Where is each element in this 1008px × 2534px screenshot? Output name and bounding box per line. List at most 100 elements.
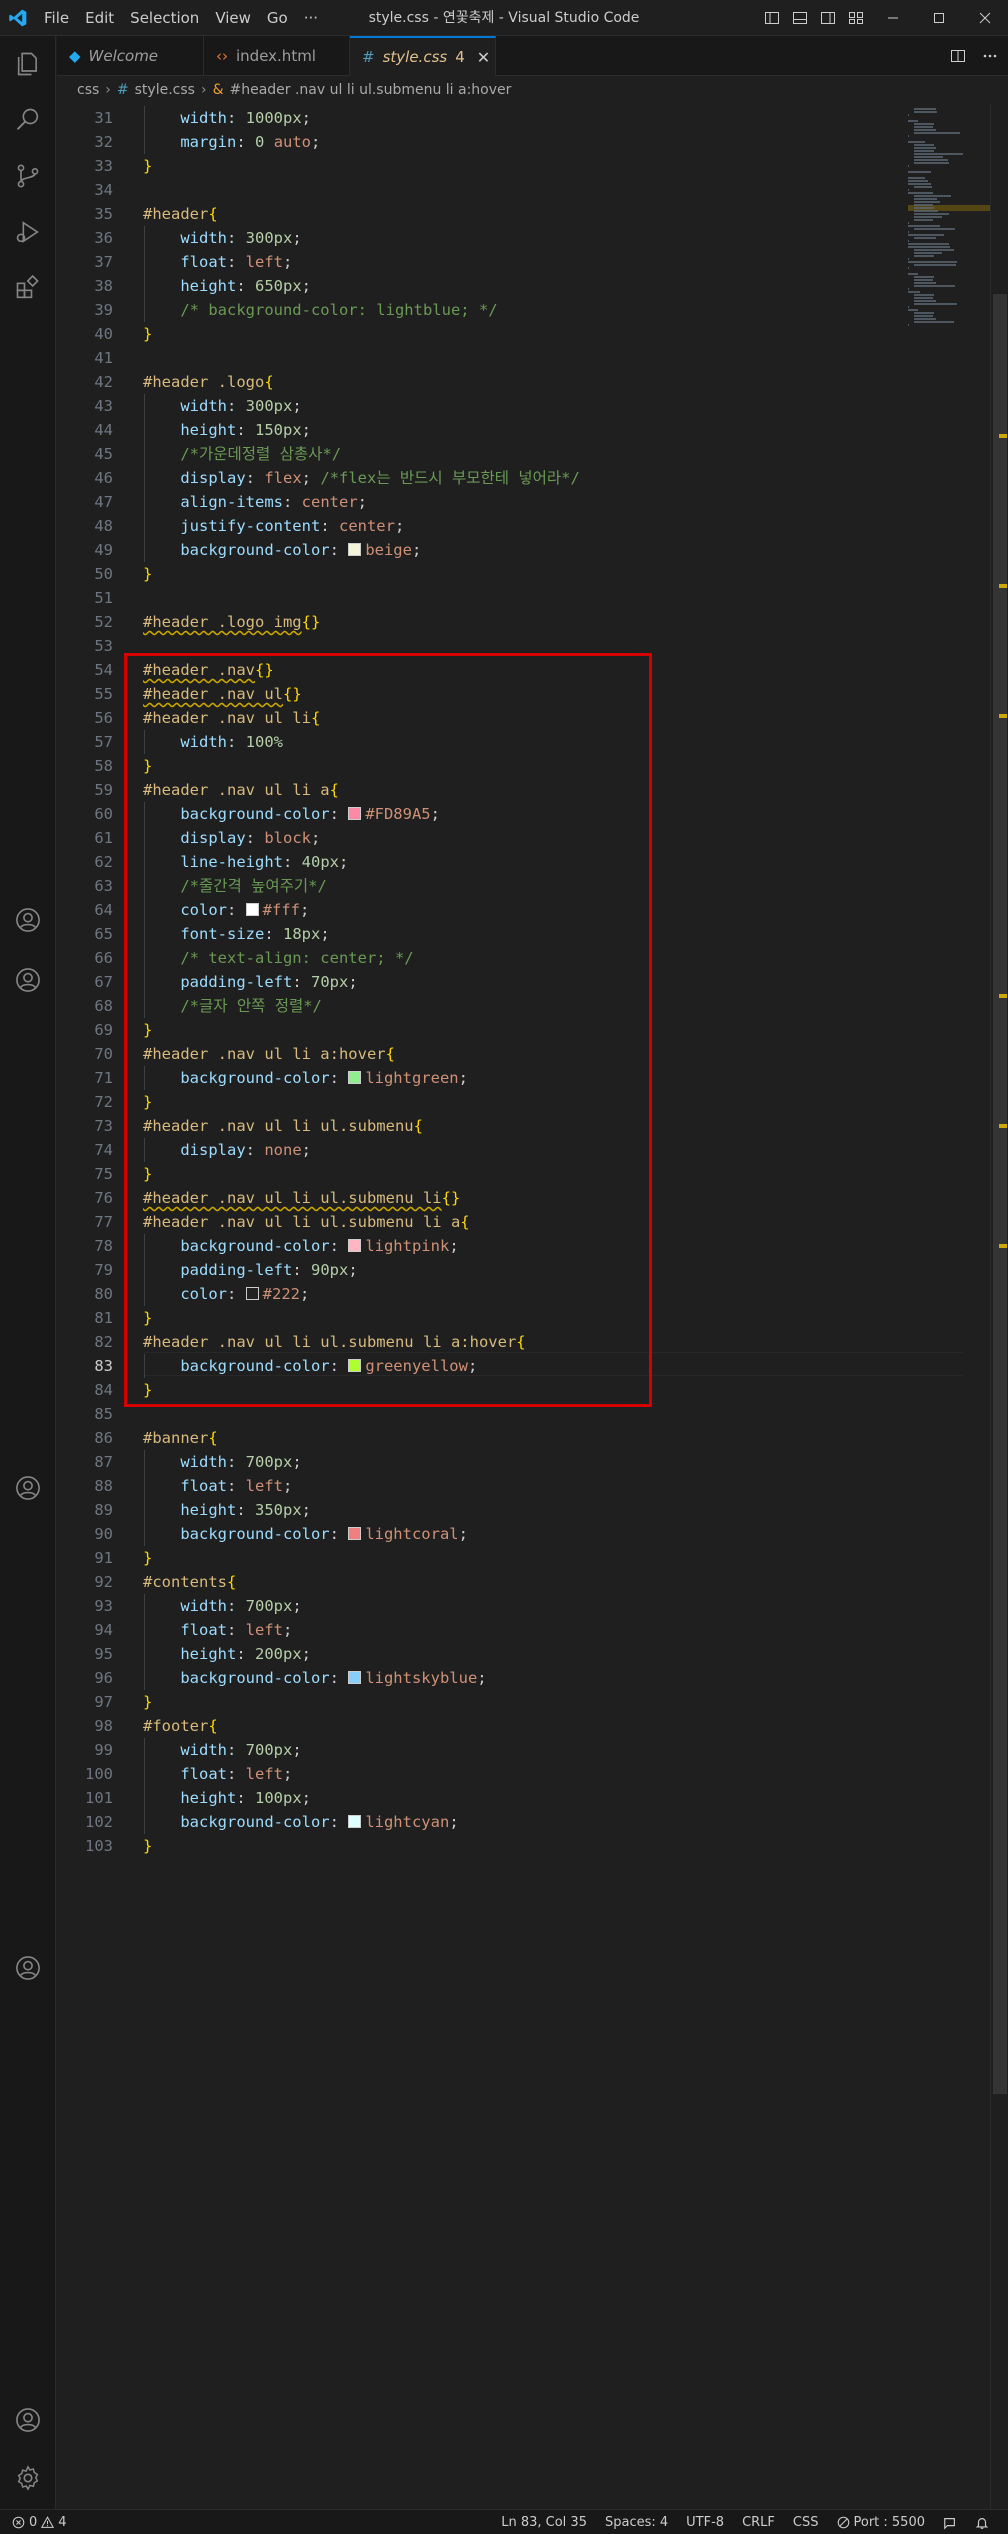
color-swatch[interactable] [348, 1815, 362, 1828]
line-number: 45 [94, 445, 113, 463]
code-token: #header .nav [143, 661, 255, 679]
title-controls [758, 0, 1008, 36]
line-number: 79 [94, 1261, 113, 1279]
source-control-icon[interactable] [0, 148, 56, 204]
minimize-icon[interactable] [870, 0, 916, 36]
line-number: 64 [94, 901, 113, 919]
code-line: padding-left: 90px; [143, 1258, 357, 1282]
line-number: 71 [94, 1069, 113, 1087]
minimap-line [914, 216, 942, 218]
code-token: : [227, 733, 246, 751]
code-token: #footer [143, 1717, 209, 1735]
tab-index-html[interactable]: ‹› index.html [204, 36, 350, 76]
accounts-icon[interactable] [0, 2392, 56, 2448]
settings-gear-icon[interactable] [0, 2450, 56, 2506]
minimap-line [908, 243, 949, 245]
line-number: 32 [94, 133, 113, 151]
menu-edit[interactable]: Edit [77, 0, 122, 36]
tab-welcome[interactable]: ◆ Welcome [57, 36, 204, 76]
code-editor[interactable]: 31 width: 1000px; 32 margin: 0 auto; 33} 34… [57, 104, 1008, 2509]
line-number: 101 [85, 1789, 113, 1807]
color-swatch[interactable] [348, 1071, 362, 1084]
breadcrumb-folder[interactable]: css [77, 82, 99, 98]
color-swatch[interactable] [245, 1287, 259, 1300]
minimap[interactable] [908, 104, 990, 326]
explorer-icon[interactable] [0, 36, 56, 92]
scroll-thumb[interactable] [993, 294, 1007, 2094]
account-icon-1[interactable] [0, 892, 56, 948]
indentation[interactable]: Spaces: 4 [596, 2515, 677, 2530]
code-line: background-color: lightgreen; [143, 1066, 468, 1090]
line-number: 84 [94, 1381, 113, 1399]
notifications-bell-icon[interactable] [966, 2516, 998, 2530]
language-mode[interactable]: CSS [784, 2515, 828, 2530]
maximize-icon[interactable] [916, 0, 962, 36]
account-icon-2[interactable] [0, 952, 56, 1008]
minimap-line [914, 213, 949, 215]
account-icon-3[interactable] [0, 1460, 56, 1516]
color-swatch[interactable] [348, 1527, 362, 1540]
menu-go[interactable]: Go [259, 0, 296, 36]
code-token: { [329, 781, 339, 799]
end-of-line[interactable]: CRLF [733, 2515, 784, 2530]
color-swatch[interactable] [245, 903, 259, 916]
line-number: 78 [94, 1237, 113, 1255]
color-swatch[interactable] [348, 1239, 362, 1252]
minimap-line [914, 312, 935, 314]
code-token: ; [292, 1741, 302, 1759]
problems-indicator[interactable]: 0 4 [12, 2515, 67, 2530]
tab-style-css[interactable]: # style.css 4 ✕ [350, 36, 496, 76]
feedback-icon[interactable] [934, 2516, 966, 2530]
color-swatch[interactable] [348, 807, 362, 820]
minimap-line [908, 246, 950, 248]
code-token: background-color [180, 1813, 330, 1831]
code-line: } [143, 1690, 152, 1714]
cursor-position[interactable]: Ln 83, Col 35 [492, 2515, 596, 2530]
more-actions-icon[interactable] [972, 38, 1008, 74]
close-tab-icon[interactable]: ✕ [477, 48, 490, 67]
toggle-panel-icon[interactable] [786, 0, 814, 36]
menu-file[interactable]: File [36, 0, 77, 36]
toggle-secondary-sidebar-icon[interactable] [814, 0, 842, 36]
encoding[interactable]: UTF-8 [677, 2515, 733, 2530]
code-token: width [180, 397, 227, 415]
extensions-icon[interactable] [0, 260, 56, 316]
indent-guide [144, 1138, 145, 1162]
code-line: } [143, 1162, 152, 1186]
code-token: #header .logo [143, 373, 265, 391]
vertical-scrollbar[interactable] [990, 104, 1008, 2509]
line-number: 60 [94, 805, 113, 823]
toggle-primary-sidebar-icon[interactable] [758, 0, 786, 36]
customize-layout-icon[interactable] [842, 0, 870, 36]
code-line: background-color: lightcoral; [143, 1522, 468, 1546]
breadcrumb-file[interactable]: style.css [135, 82, 195, 98]
code-line: #header .nav ul li ul.submenu li a{ [143, 1210, 470, 1234]
code-line: #contents{ [143, 1570, 236, 1594]
run-debug-icon[interactable] [0, 204, 56, 260]
menu-selection[interactable]: Selection [122, 0, 207, 36]
menu-more[interactable]: ··· [296, 0, 326, 36]
code-line: #header .nav ul{} [143, 682, 302, 706]
menu-view[interactable]: View [207, 0, 259, 36]
code-line: height: 350px; [143, 1498, 311, 1522]
line-number: 39 [94, 301, 113, 319]
color-swatch[interactable] [348, 1671, 362, 1684]
search-icon[interactable] [0, 92, 56, 148]
close-window-icon[interactable] [962, 0, 1008, 36]
minimap-line [908, 189, 910, 191]
color-swatch[interactable] [348, 1359, 362, 1372]
minimap-line [914, 228, 955, 230]
minimap-line [914, 207, 935, 209]
warning-marker [999, 994, 1007, 998]
code-token: ; [467, 1357, 478, 1375]
line-number: 42 [94, 373, 113, 391]
code-token: : [329, 1813, 349, 1831]
breadcrumb-symbol[interactable]: #header .nav ul li ul.submenu li a:hover [229, 82, 511, 98]
account-icon-4[interactable] [0, 1940, 56, 1996]
split-editor-icon[interactable] [944, 38, 972, 74]
code-line: #banner{ [143, 1426, 218, 1450]
color-swatch[interactable] [348, 543, 362, 556]
warning-marker [999, 584, 1007, 588]
live-server-port[interactable]: Port : 5500 [828, 2515, 935, 2530]
